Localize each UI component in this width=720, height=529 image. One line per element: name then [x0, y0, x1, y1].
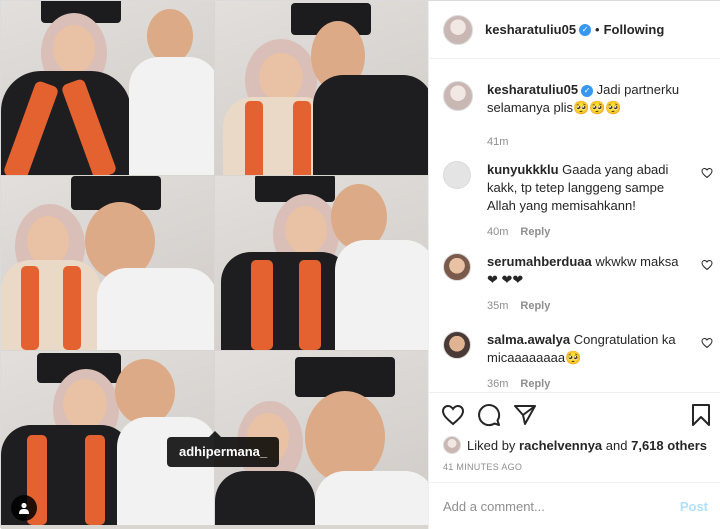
separator: •	[595, 22, 600, 37]
post-photo[interactable]: adhipermana_	[1, 1, 428, 529]
reply-button[interactable]: Reply	[520, 300, 550, 312]
comment-username[interactable]: kunyukkklu	[487, 162, 559, 177]
avatar[interactable]	[443, 253, 471, 281]
post-timestamp[interactable]: 41 MINUTES AGO	[443, 462, 522, 472]
user-tag-label[interactable]: adhipermana_	[167, 431, 280, 467]
comment-time[interactable]: 40m	[487, 226, 508, 238]
comment-username[interactable]: salma.awalya	[487, 332, 570, 347]
post-dialog: adhipermana_ kesharatuliu05 ✓ • Followin…	[0, 0, 720, 529]
avatar[interactable]	[443, 81, 473, 111]
bookmark-icon[interactable]	[689, 403, 713, 427]
heart-icon[interactable]	[701, 259, 713, 271]
photo-tile	[215, 1, 428, 175]
add-comment-bar: Post	[429, 482, 720, 529]
likes-summary: Liked by rachelvennya and 7,618 others	[443, 436, 707, 454]
person-icon	[19, 502, 29, 514]
comment-icon[interactable]	[477, 403, 501, 427]
user-tags-button[interactable]	[11, 495, 37, 521]
photo-tile	[1, 1, 214, 175]
comment-input[interactable]	[443, 498, 680, 514]
caption-username[interactable]: kesharatuliu05	[487, 82, 578, 97]
header-username[interactable]: kesharatuliu05	[485, 22, 576, 37]
likes-user[interactable]: rachelvennya	[519, 438, 602, 453]
post-actions: Liked by rachelvennya and 7,618 others 4…	[429, 392, 720, 529]
comment-username[interactable]: serumahberduaa	[487, 254, 592, 269]
heart-icon[interactable]	[701, 337, 713, 349]
share-icon[interactable]	[513, 403, 537, 427]
avatar[interactable]	[443, 14, 473, 45]
reply-button[interactable]: Reply	[520, 226, 550, 238]
comments-list[interactable]: kesharatuliu05 ✓ Jadi partnerku selamanya…	[429, 59, 720, 392]
photo-tile	[1, 176, 214, 350]
likes-prefix: Liked by	[467, 437, 516, 453]
following-button[interactable]: Following	[604, 22, 665, 37]
comment-time[interactable]: 35m	[487, 300, 508, 312]
caption-time[interactable]: 41m	[487, 136, 508, 148]
avatar[interactable]	[443, 331, 471, 359]
heart-icon[interactable]	[701, 167, 713, 179]
comment-time[interactable]: 36m	[487, 378, 508, 390]
post-button[interactable]: Post	[680, 499, 708, 514]
heart-icon[interactable]	[441, 403, 465, 427]
avatar[interactable]	[443, 161, 471, 189]
verified-badge-icon: ✓	[581, 84, 594, 97]
avatar[interactable]	[443, 436, 461, 454]
post-sidebar: kesharatuliu05 ✓ • Following kesharatuli…	[428, 1, 720, 529]
verified-badge-icon: ✓	[579, 23, 592, 36]
likes-others[interactable]: 7,618 others	[631, 438, 707, 453]
likes-connector: and	[605, 437, 628, 453]
post-header: kesharatuliu05 ✓ • Following	[429, 1, 720, 59]
reply-button[interactable]: Reply	[520, 378, 550, 390]
photo-tile	[215, 176, 428, 350]
